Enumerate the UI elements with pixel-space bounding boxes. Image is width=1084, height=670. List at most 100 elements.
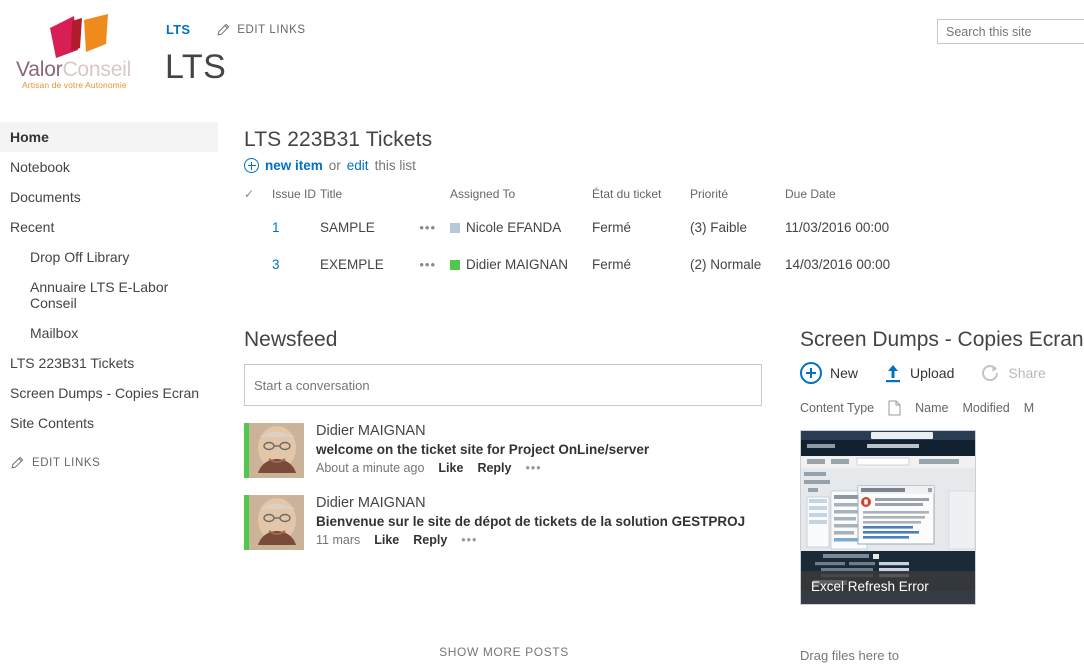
- quick-launch-navigation: Home Notebook Documents Recent Drop Off …: [0, 122, 218, 470]
- cell-due-date: 14/03/2016 00:00: [785, 246, 905, 283]
- cell-due-date: 11/03/2016 00:00: [785, 209, 905, 246]
- avatar-image: [249, 495, 304, 550]
- sidebar-item-lts-tickets[interactable]: LTS 223B31 Tickets: [0, 348, 218, 378]
- column-header-select[interactable]: ✓: [244, 187, 272, 209]
- table-row[interactable]: 3 EXEMPLE ••• Didier MAIGNAN Fermé (2) N…: [244, 246, 905, 283]
- new-document-button[interactable]: New: [800, 362, 858, 384]
- column-header-issue-id[interactable]: Issue ID: [272, 187, 320, 209]
- share-button: Share: [980, 363, 1045, 383]
- newsfeed-title: Newsfeed: [244, 328, 764, 352]
- library-column-headers: Content Type Name Modified M: [800, 400, 1084, 416]
- logo-wordmark: ValorConseil: [16, 58, 146, 82]
- presence-bar-icon: [244, 423, 249, 478]
- search-input[interactable]: [937, 19, 1084, 44]
- sidebar-item-documents[interactable]: Documents: [0, 182, 218, 212]
- column-header-content-type[interactable]: Content Type: [800, 401, 874, 415]
- avatar-image: [249, 423, 304, 478]
- upload-button[interactable]: Upload: [884, 363, 954, 383]
- pencil-icon: [216, 23, 230, 37]
- sidebar-item-mailbox[interactable]: Mailbox: [0, 318, 218, 348]
- like-button[interactable]: Like: [438, 461, 463, 475]
- assigned-to-name[interactable]: Didier MAIGNAN: [466, 257, 568, 272]
- row-menu-ellipsis-icon[interactable]: •••: [419, 220, 436, 235]
- tickets-table: ✓ Issue ID Title Assigned To État du tic…: [244, 187, 905, 283]
- title-text: EXEMPLE: [320, 257, 384, 272]
- avatar[interactable]: [244, 495, 304, 550]
- user-photo-icon: [249, 423, 304, 478]
- topnav-item-lts[interactable]: LTS: [166, 22, 190, 37]
- document-tile-caption: Excel Refresh Error: [801, 571, 975, 604]
- post-author[interactable]: Didier MAIGNAN: [316, 423, 764, 439]
- like-button[interactable]: Like: [374, 533, 399, 547]
- column-header-priorite[interactable]: Priorité: [690, 187, 785, 209]
- avatar[interactable]: [244, 423, 304, 478]
- sidebar-item-label: Mailbox: [30, 325, 78, 341]
- cell-title: SAMPLE •••: [320, 209, 450, 246]
- sidebar-item-label: Screen Dumps - Copies Ecran: [10, 385, 199, 401]
- tickets-title: LTS 223B31 Tickets: [244, 128, 784, 152]
- cell-priorite: (2) Normale: [690, 246, 785, 283]
- cell-issue-id[interactable]: 3: [272, 246, 320, 283]
- document-icon: [888, 400, 901, 416]
- title-text: SAMPLE: [320, 220, 375, 235]
- post-more-ellipsis-icon[interactable]: •••: [525, 461, 541, 475]
- post-meta: 11 mars Like Reply •••: [316, 533, 764, 547]
- sidebar-item-drop-off-library[interactable]: Drop Off Library: [0, 242, 218, 272]
- tickets-webpart: LTS 223B31 Tickets new item or edit this…: [244, 128, 784, 283]
- row-select-cell[interactable]: [244, 246, 272, 283]
- issue-id-link[interactable]: 1: [272, 220, 280, 235]
- post-more-ellipsis-icon[interactable]: •••: [461, 533, 477, 547]
- sidebar-item-label: Home: [10, 129, 49, 145]
- cell-assigned-to: Nicole EFANDA: [450, 209, 592, 246]
- post-body: Didier MAIGNAN Bienvenue sur le site de …: [316, 495, 764, 550]
- column-header-due-date[interactable]: Due Date: [785, 187, 905, 209]
- assigned-to-name[interactable]: Nicole EFANDA: [466, 220, 561, 235]
- cell-issue-id[interactable]: 1: [272, 209, 320, 246]
- presence-bar-icon: [244, 495, 249, 550]
- sidebar-item-label: Annuaire LTS E-Labor Conseil: [30, 279, 168, 311]
- sharepoint-site-page: ValorConseil Artisan de votre Autonomie …: [0, 0, 1084, 670]
- start-conversation-input[interactable]: [244, 364, 762, 406]
- issue-id-link[interactable]: 3: [272, 257, 280, 272]
- column-header-name[interactable]: Name: [915, 401, 948, 415]
- upload-arrow-icon: [884, 363, 902, 383]
- document-tile[interactable]: Excel Refresh Error: [800, 430, 976, 605]
- sidebar-item-home[interactable]: Home: [0, 122, 218, 152]
- column-header-modified-by[interactable]: M: [1024, 401, 1034, 415]
- sidebar-item-notebook[interactable]: Notebook: [0, 152, 218, 182]
- column-header-title[interactable]: Title: [320, 187, 450, 209]
- new-item-row: new item or edit this list: [244, 158, 784, 173]
- top-navigation: LTS EDIT LINKS: [166, 22, 306, 37]
- reply-button[interactable]: Reply: [477, 461, 511, 475]
- column-header-modified[interactable]: Modified: [962, 401, 1009, 415]
- presence-indicator-icon: [450, 223, 460, 233]
- sidebar-edit-links-button[interactable]: EDIT LINKS: [0, 438, 218, 470]
- pencil-icon: [10, 456, 24, 470]
- row-menu-ellipsis-icon[interactable]: •••: [419, 257, 436, 272]
- sidebar-item-recent[interactable]: Recent: [0, 212, 218, 242]
- share-label: Share: [1008, 365, 1045, 381]
- show-more-posts-button[interactable]: SHOW MORE POSTS: [244, 645, 764, 659]
- new-item-link[interactable]: new item: [265, 158, 323, 173]
- plus-circle-icon: [244, 158, 259, 173]
- sidebar-item-site-contents[interactable]: Site Contents: [0, 408, 218, 438]
- valorconseil-logo-icon: [44, 14, 122, 62]
- sidebar-item-screen-dumps[interactable]: Screen Dumps - Copies Ecran: [0, 378, 218, 408]
- site-logo[interactable]: ValorConseil Artisan de votre Autonomie: [16, 14, 146, 92]
- sidebar-item-annuaire-lts[interactable]: Annuaire LTS E-Labor Conseil: [0, 272, 218, 318]
- reply-button[interactable]: Reply: [413, 533, 447, 547]
- sidebar-item-label: Site Contents: [10, 415, 94, 431]
- column-header-assigned-to[interactable]: Assigned To: [450, 187, 592, 209]
- table-row[interactable]: 1 SAMPLE ••• Nicole EFANDA Fermé (3) Fai…: [244, 209, 905, 246]
- share-icon: [980, 363, 1000, 383]
- post-meta: About a minute ago Like Reply •••: [316, 461, 764, 475]
- post-author[interactable]: Didier MAIGNAN: [316, 495, 764, 511]
- row-select-cell[interactable]: [244, 209, 272, 246]
- edit-list-link[interactable]: edit: [347, 158, 369, 173]
- logo-word-valor: Valor: [16, 58, 62, 81]
- cell-etat: Fermé: [592, 246, 690, 283]
- document-library-webpart: Screen Dumps - Copies Ecran New Upload S…: [800, 328, 1084, 605]
- column-header-etat-du-ticket[interactable]: État du ticket: [592, 187, 690, 209]
- topnav-edit-links-button[interactable]: EDIT LINKS: [216, 23, 305, 37]
- post-text: Bienvenue sur le site de dépot de ticket…: [316, 514, 764, 529]
